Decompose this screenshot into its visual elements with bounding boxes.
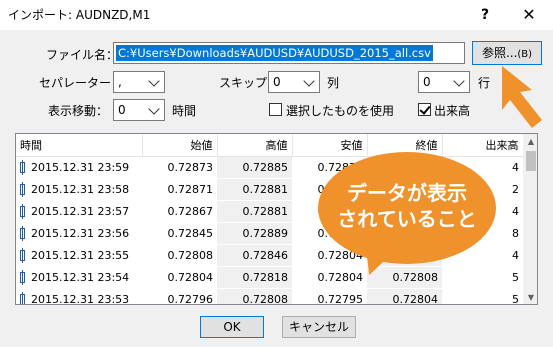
cell-time-text: 2015.12.31 23:56 [31,226,130,240]
candle-icon [20,159,25,175]
volume-label: 出来高 [434,104,471,118]
annotation-line-2: されていること [337,207,477,231]
title-bar: インポート: AUDNZD,M1 ? ✕ [0,0,553,30]
separator-value: , [118,75,122,89]
use-selected-label: 選択したものを使用 [286,104,395,118]
separator-label: セパレーター： [39,76,124,90]
display-shift-select[interactable]: 0 [113,99,165,121]
cell-time-text: 2015.12.31 23:59 [31,160,130,174]
candle-icon [20,291,25,304]
cell-value: 0.72818 [217,266,292,289]
table-header-row: 時間 始値 高値 安値 終値 出来高 [16,134,524,157]
candle-icon [20,225,25,241]
cell-value: 5 [442,288,523,304]
close-button[interactable]: ✕ [507,2,551,28]
browse-hotkey: (B) [517,49,533,60]
chevron-down-icon [453,75,465,87]
cell-value: 0.72846 [217,244,292,267]
arrow-icon [502,66,542,128]
skip-rows-select[interactable]: 0 [418,71,470,93]
use-selected-checkbox[interactable] [269,103,282,116]
cell-time: 2015.12.31 23:59 [16,156,142,179]
cell-value: 0.72845 [142,222,217,245]
cell-time-text: 2015.12.31 23:58 [31,182,130,196]
vertical-scrollbar[interactable]: ▲ ▼ [523,134,537,304]
cell-time: 2015.12.31 23:58 [16,178,142,201]
cell-value: 0.72804 [367,288,442,304]
cell-time: 2015.12.31 23:53 [16,288,142,305]
display-shift-value: 0 [118,103,126,117]
browse-label: 参照... [481,46,518,60]
chevron-down-icon [148,75,160,87]
table-row[interactable]: 2015.12.31 23:53 0.72796 0.72808 0.72795 0.7… [16,288,523,305]
ok-button[interactable]: OK [200,316,264,338]
cell-time: 2015.12.31 23:57 [16,200,142,223]
scroll-down-icon[interactable]: ▼ [523,290,537,304]
column-header-volume[interactable]: 出来高 [442,134,524,157]
scroll-up-icon[interactable]: ▲ [523,134,537,150]
cell-value: 0.72881 [217,200,292,223]
skip-columns-value: 0 [273,75,281,89]
file-path-input[interactable]: C:¥Users¥Downloads¥AUDUSD¥AUDUSD_2015_al… [113,42,465,64]
file-name-label: ファイル名： [46,48,119,62]
cell-value: 0.72871 [142,178,217,201]
cell-time-text: 2015.12.31 23:53 [31,292,130,305]
cell-time-text: 2015.12.31 23:57 [31,204,130,218]
skip-rows-value: 0 [423,75,431,89]
file-path-value: C:¥Users¥Downloads¥AUDUSD¥AUDUSD_2015_al… [116,45,433,61]
separator-select[interactable]: , [113,71,165,93]
cell-value: 0.72804 [142,266,217,289]
cell-value: 0.72881 [217,178,292,201]
table-row[interactable]: 2015.12.31 23:54 0.72804 0.72818 0.72804 0.7… [16,266,523,289]
annotation-callout: データが表示 されていること [318,152,496,264]
cell-value: 0.72808 [142,244,217,267]
chevron-down-icon [148,103,160,115]
candle-icon [20,247,25,263]
candle-icon [20,203,25,219]
skip-columns-unit: 列 [327,76,340,90]
cell-value: 0.72873 [142,156,217,179]
cell-value: 0.72795 [292,288,367,304]
cell-value: 0.72885 [217,156,292,179]
cancel-button[interactable]: キャンセル [282,316,356,338]
cell-value: 0.72867 [142,200,217,223]
annotation-line-1: データが表示 [347,181,467,205]
cell-value: 0.72889 [217,222,292,245]
cell-value: 0.72808 [217,288,292,304]
skip-columns-select[interactable]: 0 [268,71,320,93]
chevron-down-icon [303,75,315,87]
display-shift-label: 表示移動： [48,104,109,118]
cell-time: 2015.12.31 23:54 [16,266,142,289]
display-shift-unit: 時間 [172,104,197,118]
cell-time-text: 2015.12.31 23:54 [31,270,130,284]
cell-time-text: 2015.12.31 23:55 [31,248,130,262]
candle-icon [20,181,25,197]
cell-time: 2015.12.31 23:56 [16,222,142,245]
cell-value: 0.72796 [142,288,217,304]
candle-icon [20,269,25,285]
help-button[interactable]: ? [463,2,507,28]
column-header-open[interactable]: 始値 [142,134,218,157]
cell-time: 2015.12.31 23:55 [16,244,142,267]
cell-value: 5 [442,266,523,289]
window-title: インポート: AUDNZD,M1 [8,8,151,22]
column-header-time[interactable]: 時間 [16,134,143,157]
column-header-low[interactable]: 安値 [292,134,368,157]
scroll-thumb[interactable] [526,151,536,171]
column-header-high[interactable]: 高値 [217,134,293,157]
volume-checkbox[interactable] [418,103,431,116]
